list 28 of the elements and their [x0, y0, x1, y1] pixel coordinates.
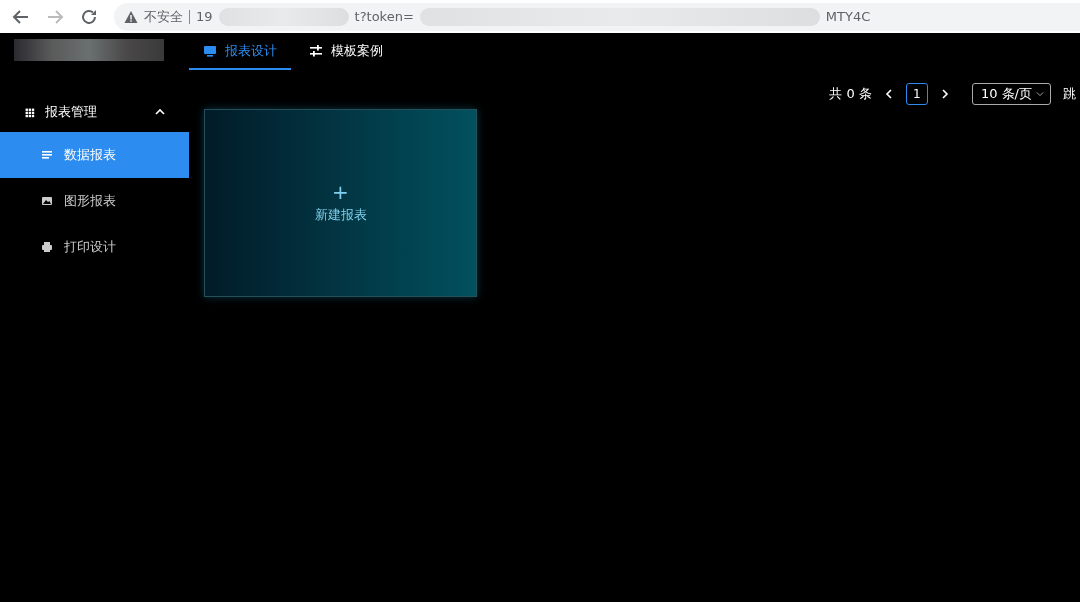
image-icon [40, 194, 54, 208]
grid-icon [24, 106, 35, 118]
page-size-select[interactable]: 10 条/页 [971, 83, 1051, 105]
security-label: 不安全 [144, 7, 183, 26]
prev-page-icon[interactable] [883, 89, 894, 99]
menu-item[interactable]: 图形报表 [0, 178, 189, 224]
page-button[interactable]: 1 [905, 83, 928, 105]
address-bar[interactable]: 不安全 19 t?token= MTY4C [114, 2, 1080, 31]
new-report-card[interactable]: + 新建报表 [204, 109, 477, 297]
total-count: 共 0 条 [829, 85, 872, 103]
warning-icon [124, 9, 138, 24]
menu-item[interactable]: 打印设计 [0, 224, 189, 270]
url-text: 19 [196, 9, 213, 24]
caret-icon [1036, 90, 1044, 98]
url-text: t?token= [354, 9, 414, 24]
monitor-icon [203, 43, 217, 58]
sliders-icon [309, 43, 323, 58]
reload-icon[interactable] [80, 7, 98, 26]
url-text: MTY4C [825, 9, 871, 24]
next-page-icon[interactable] [939, 89, 950, 99]
menu-group[interactable]: 报表管理 [0, 92, 189, 132]
list-icon [40, 148, 54, 162]
nav-tab[interactable]: 报表设计 [189, 33, 291, 70]
jump-label: 跳 [1063, 85, 1076, 103]
chevron-icon [155, 107, 165, 117]
printer-icon [40, 240, 54, 254]
back-icon[interactable] [12, 7, 30, 26]
nav-tab[interactable]: 模板案例 [295, 33, 397, 70]
